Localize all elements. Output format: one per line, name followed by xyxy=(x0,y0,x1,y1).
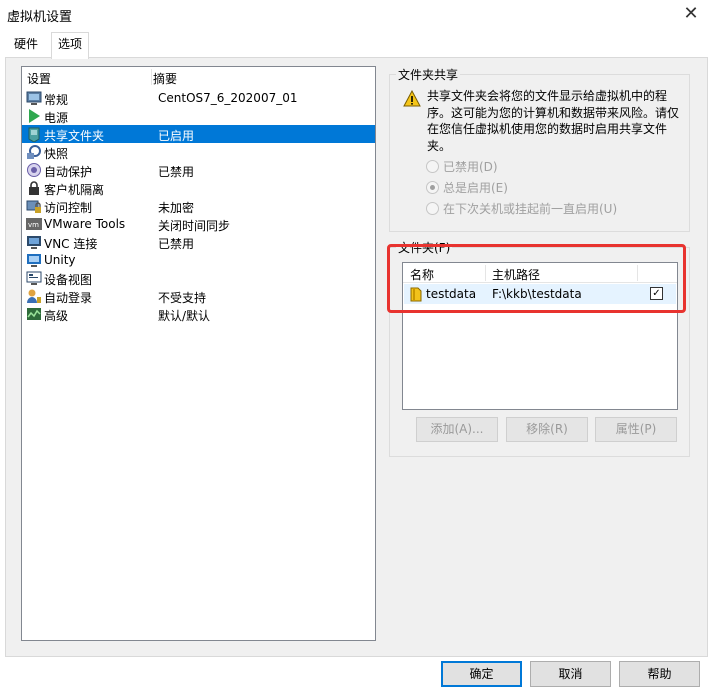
shared-folder-icon xyxy=(28,127,40,142)
ok-button[interactable]: 确定 xyxy=(441,661,522,687)
general-icon xyxy=(26,91,42,105)
unity-icon xyxy=(27,254,41,267)
settings-item-guest-isolation[interactable]: 客户机隔离 xyxy=(22,179,375,197)
settings-item-summary: 已禁用 xyxy=(158,165,195,179)
autologin-icon xyxy=(27,289,41,303)
settings-item-label: 访问控制 xyxy=(44,201,93,215)
settings-item-summary: 已启用 xyxy=(158,129,195,143)
settings-item-label: 自动保护 xyxy=(44,165,93,179)
column-header-setting[interactable]: 设置 xyxy=(27,70,51,87)
folder-properties-button[interactable]: 属性(P) xyxy=(595,417,677,442)
settings-item-label: 客户机隔离 xyxy=(44,183,105,197)
remove-folder-button[interactable]: 移除(R) xyxy=(506,417,588,442)
settings-item-label: 高级 xyxy=(44,309,69,323)
warning-text: 共享文件夹会将您的文件显示给虚拟机中的程序。这可能为您的计算机和数据带来风险。请… xyxy=(427,89,680,153)
device-view-icon xyxy=(26,271,42,285)
snapshot-icon xyxy=(27,145,41,159)
svg-text:vm: vm xyxy=(28,221,39,229)
settings-item-snapshots[interactable]: 快照 xyxy=(22,143,375,161)
settings-item-summary: 已禁用 xyxy=(158,237,195,251)
vnc-icon xyxy=(27,236,41,249)
window-title: 虚拟机设置 xyxy=(7,10,73,25)
radio-button[interactable] xyxy=(426,181,439,194)
settings-item-autoprotect[interactable]: 自动保护 已禁用 xyxy=(22,161,375,179)
settings-item-shared-folders[interactable]: 共享文件夹 已启用 xyxy=(22,125,375,143)
settings-item-general[interactable]: 常规 CentOS7_6_202007_01 xyxy=(22,89,375,107)
advanced-icon xyxy=(27,308,41,320)
cancel-button[interactable]: 取消 xyxy=(530,661,611,687)
settings-item-label: 电源 xyxy=(44,111,69,125)
settings-item-label: Unity xyxy=(44,253,76,267)
settings-item-label: 自动登录 xyxy=(44,291,93,305)
radio-until-poweroff[interactable]: 在下次关机或挂起前一直启用(U) xyxy=(426,200,617,218)
radio-label: 在下次关机或挂起前一直启用(U) xyxy=(443,202,618,216)
folder-sharing-group: 文件夹共享 共享文件夹会将您的文件显示给虚拟机中的程序。这可能为您的计算机和数据… xyxy=(389,66,690,232)
radio-button[interactable] xyxy=(426,202,439,215)
title-bar: 虚拟机设置 ✕ xyxy=(0,0,712,30)
help-button[interactable]: 帮助 xyxy=(619,661,700,687)
settings-item-summary: 未加密 xyxy=(158,201,195,215)
settings-item-label: VNC 连接 xyxy=(44,237,98,251)
access-control-icon xyxy=(26,200,41,213)
tab-strip: 硬件 选项 xyxy=(0,30,712,59)
settings-item-label: 常规 xyxy=(44,93,69,107)
settings-item-device-view[interactable]: 设备视图 xyxy=(22,269,375,287)
settings-item-power[interactable]: 电源 xyxy=(22,107,375,125)
settings-item-access-control[interactable]: 访问控制 未加密 xyxy=(22,197,375,215)
tab-hardware[interactable]: 硬件 xyxy=(8,33,44,57)
warning-icon xyxy=(403,90,421,107)
settings-item-vnc[interactable]: VNC 连接 已禁用 xyxy=(22,233,375,251)
settings-item-summary: 关闭时间同步 xyxy=(158,219,231,233)
settings-item-summary: CentOS7_6_202007_01 xyxy=(158,91,298,105)
settings-item-label: VMware Tools xyxy=(44,217,126,231)
radio-button[interactable] xyxy=(426,160,439,173)
settings-item-advanced[interactable]: 高级 默认/默认 xyxy=(22,305,375,323)
settings-item-label: 快照 xyxy=(44,147,69,161)
highlight-annotation xyxy=(387,244,686,313)
folder-sharing-title: 文件夹共享 xyxy=(396,66,461,83)
add-folder-button[interactable]: 添加(A)... xyxy=(416,417,498,442)
column-header-summary[interactable]: 摘要 xyxy=(153,70,177,87)
radio-label: 已禁用(D) xyxy=(443,160,498,174)
tab-options[interactable]: 选项 xyxy=(51,32,90,59)
column-divider xyxy=(151,69,152,85)
settings-item-label: 共享文件夹 xyxy=(44,129,105,143)
settings-list-header: 设置 摘要 xyxy=(22,67,375,87)
settings-item-summary: 不受支持 xyxy=(158,291,207,305)
settings-item-label: 设备视图 xyxy=(44,273,93,287)
vmware-tools-icon: vm xyxy=(26,218,42,230)
radio-always-enabled[interactable]: 总是启用(E) xyxy=(426,179,508,197)
settings-item-vmware-tools[interactable]: vm VMware Tools 关闭时间同步 xyxy=(22,215,375,233)
power-icon xyxy=(29,109,40,123)
radio-label: 总是启用(E) xyxy=(443,181,508,195)
guest-isolation-icon xyxy=(29,181,39,195)
close-icon[interactable]: ✕ xyxy=(680,3,702,25)
settings-item-summary: 默认/默认 xyxy=(158,309,211,323)
settings-item-unity[interactable]: Unity xyxy=(22,251,375,269)
radio-disabled[interactable]: 已禁用(D) xyxy=(426,158,498,176)
autoprotect-icon xyxy=(27,163,41,177)
settings-list[interactable]: 设置 摘要 常规 CentOS7_6_202007_01 电源 共享文件夹 已启… xyxy=(21,66,376,641)
settings-item-autologin[interactable]: 自动登录 不受支持 xyxy=(22,287,375,305)
